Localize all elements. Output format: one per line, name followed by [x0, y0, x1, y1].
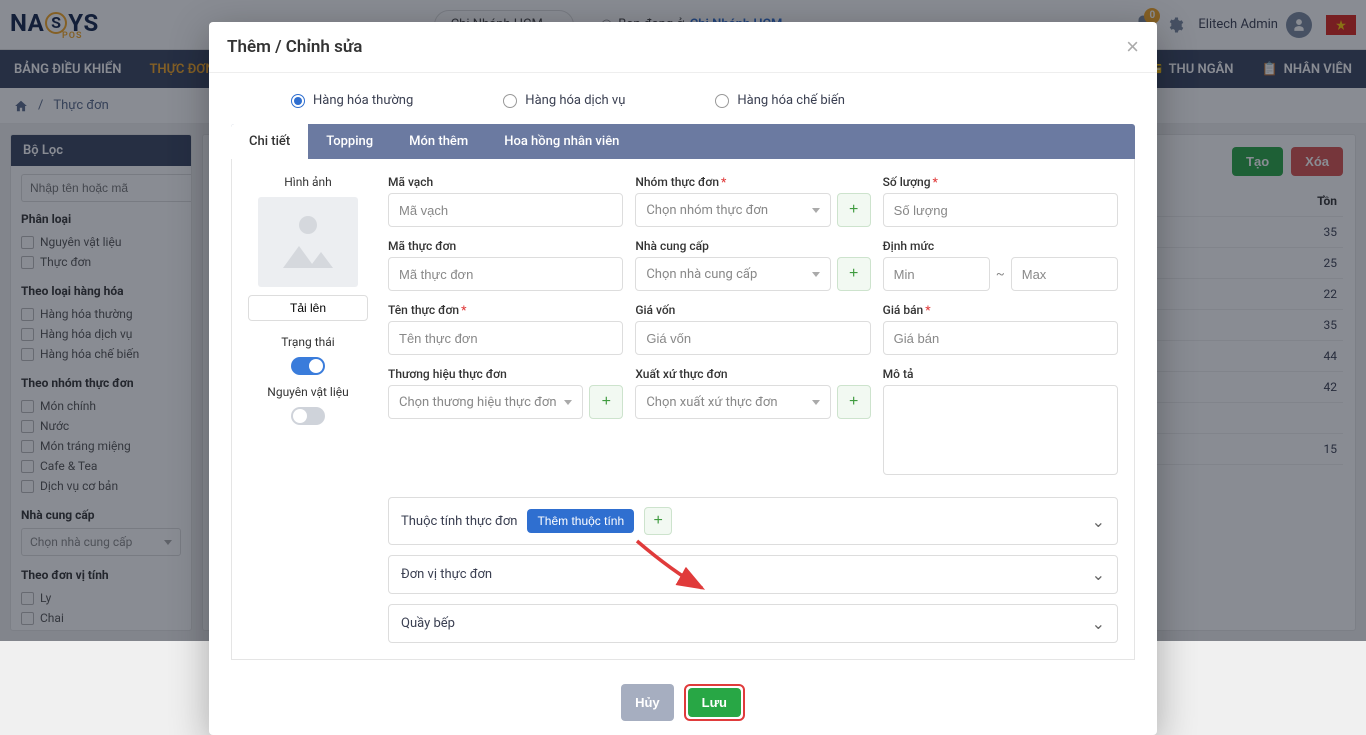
cost-input[interactable] [646, 331, 859, 346]
status-label: Trạng thái [248, 335, 368, 349]
quota-min-input[interactable] [894, 267, 979, 282]
tab-addon[interactable]: Món thêm [391, 124, 486, 159]
save-highlight: Lưu [684, 684, 745, 721]
status-toggle[interactable] [291, 357, 325, 375]
image-placeholder[interactable] [258, 197, 358, 287]
supplier-select[interactable]: Chọn nhà cung cấp [635, 257, 830, 291]
radio-normal[interactable]: Hàng hóa thường [291, 93, 413, 108]
image-label: Hình ảnh [248, 175, 368, 189]
barcode-input[interactable] [399, 203, 612, 218]
code-input[interactable] [399, 267, 612, 282]
brand-add-button[interactable]: + [589, 385, 623, 419]
chevron-down-icon: ⌄ [1092, 512, 1105, 531]
chevron-down-icon: ⌄ [1092, 565, 1105, 584]
chevron-down-icon: ⌄ [1092, 614, 1105, 633]
attr-plus-button[interactable]: + [644, 507, 672, 535]
add-attr-button[interactable]: Thêm thuộc tính [527, 509, 634, 533]
modal-tabs: Chi tiết Topping Món thêm Hoa hồng nhân … [231, 124, 1135, 159]
upload-button[interactable]: Tải lên [248, 295, 368, 321]
unit-panel[interactable]: Đơn vị thực đơn ⌄ [388, 555, 1118, 594]
desc-textarea[interactable] [883, 385, 1118, 475]
modal: Thêm / Chỉnh sửa × Hàng hóa thường Hàng … [209, 22, 1157, 735]
price-input[interactable] [894, 331, 1107, 346]
brand-select[interactable]: Chọn thương hiệu thực đơn [388, 385, 583, 419]
radio-service[interactable]: Hàng hóa dịch vụ [503, 93, 625, 108]
save-button[interactable]: Lưu [688, 688, 741, 717]
modal-overlay: Thêm / Chỉnh sửa × Hàng hóa thường Hàng … [0, 0, 1366, 641]
origin-select[interactable]: Chọn xuất xứ thực đơn [635, 385, 830, 419]
group-add-button[interactable]: + [837, 193, 871, 227]
material-toggle[interactable] [291, 407, 325, 425]
quota-max-input[interactable] [1022, 267, 1107, 282]
name-input[interactable] [399, 331, 612, 346]
supplier-add-button[interactable]: + [837, 257, 871, 291]
group-select[interactable]: Chọn nhóm thực đơn [635, 193, 830, 227]
tab-detail[interactable]: Chi tiết [231, 124, 308, 159]
tab-topping[interactable]: Topping [308, 124, 391, 159]
kitchen-panel[interactable]: Quầy bếp ⌄ [388, 604, 1118, 643]
attrs-panel[interactable]: Thuộc tính thực đơn Thêm thuộc tính + ⌄ [388, 497, 1118, 545]
cancel-button[interactable]: Hủy [621, 684, 674, 721]
origin-add-button[interactable]: + [837, 385, 871, 419]
modal-title: Thêm / Chỉnh sửa [227, 37, 362, 57]
tab-commission[interactable]: Hoa hồng nhân viên [486, 124, 637, 159]
qty-input[interactable] [894, 203, 1107, 218]
material-label: Nguyên vật liệu [248, 385, 368, 399]
radio-processed[interactable]: Hàng hóa chế biến [715, 93, 845, 108]
close-icon[interactable]: × [1126, 36, 1139, 58]
